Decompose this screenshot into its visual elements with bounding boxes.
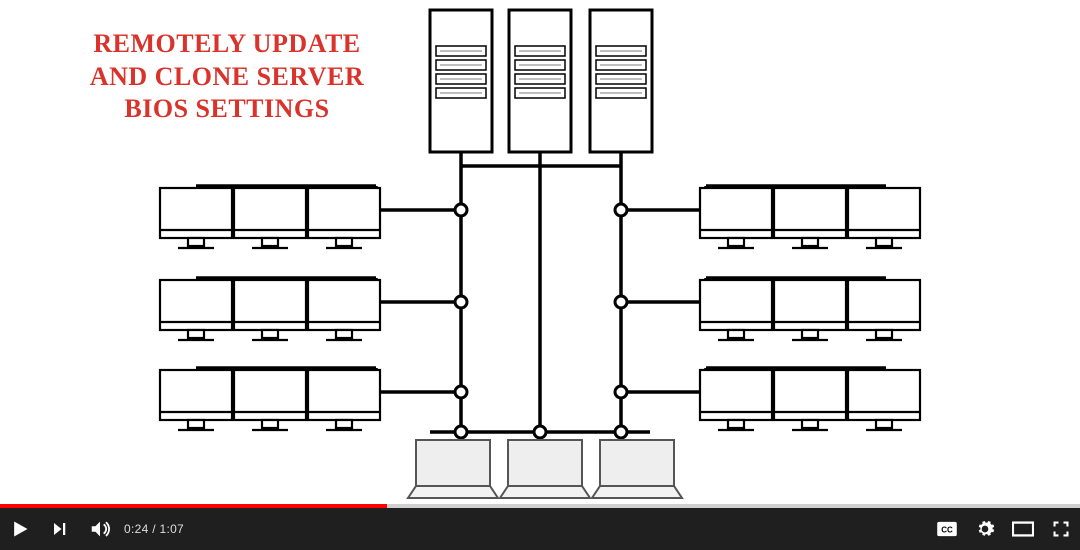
- gear-icon: [975, 519, 995, 539]
- network-diagram: [0, 0, 1080, 504]
- captions-button[interactable]: CC: [928, 508, 966, 550]
- next-icon: [51, 520, 69, 538]
- time-separator: /: [149, 522, 160, 536]
- fullscreen-button[interactable]: [1042, 508, 1080, 550]
- captions-icon: CC: [936, 521, 958, 537]
- current-time: 0:24: [124, 522, 149, 536]
- duration: 1:07: [159, 522, 184, 536]
- settings-button[interactable]: [966, 508, 1004, 550]
- svg-text:CC: CC: [941, 526, 953, 535]
- volume-button[interactable]: [80, 508, 120, 550]
- next-button[interactable]: [40, 508, 80, 550]
- theater-mode-button[interactable]: [1004, 508, 1042, 550]
- play-button[interactable]: [0, 508, 40, 550]
- volume-icon: [89, 518, 111, 540]
- video-frame[interactable]: REMOTELY UPDATE AND CLONE SERVER BIOS SE…: [0, 0, 1080, 504]
- play-icon: [10, 519, 30, 539]
- video-controls: 0:24 / 1:07 CC: [0, 508, 1080, 550]
- theater-icon: [1012, 521, 1034, 537]
- time-display: 0:24 / 1:07: [124, 522, 184, 536]
- fullscreen-icon: [1051, 519, 1071, 539]
